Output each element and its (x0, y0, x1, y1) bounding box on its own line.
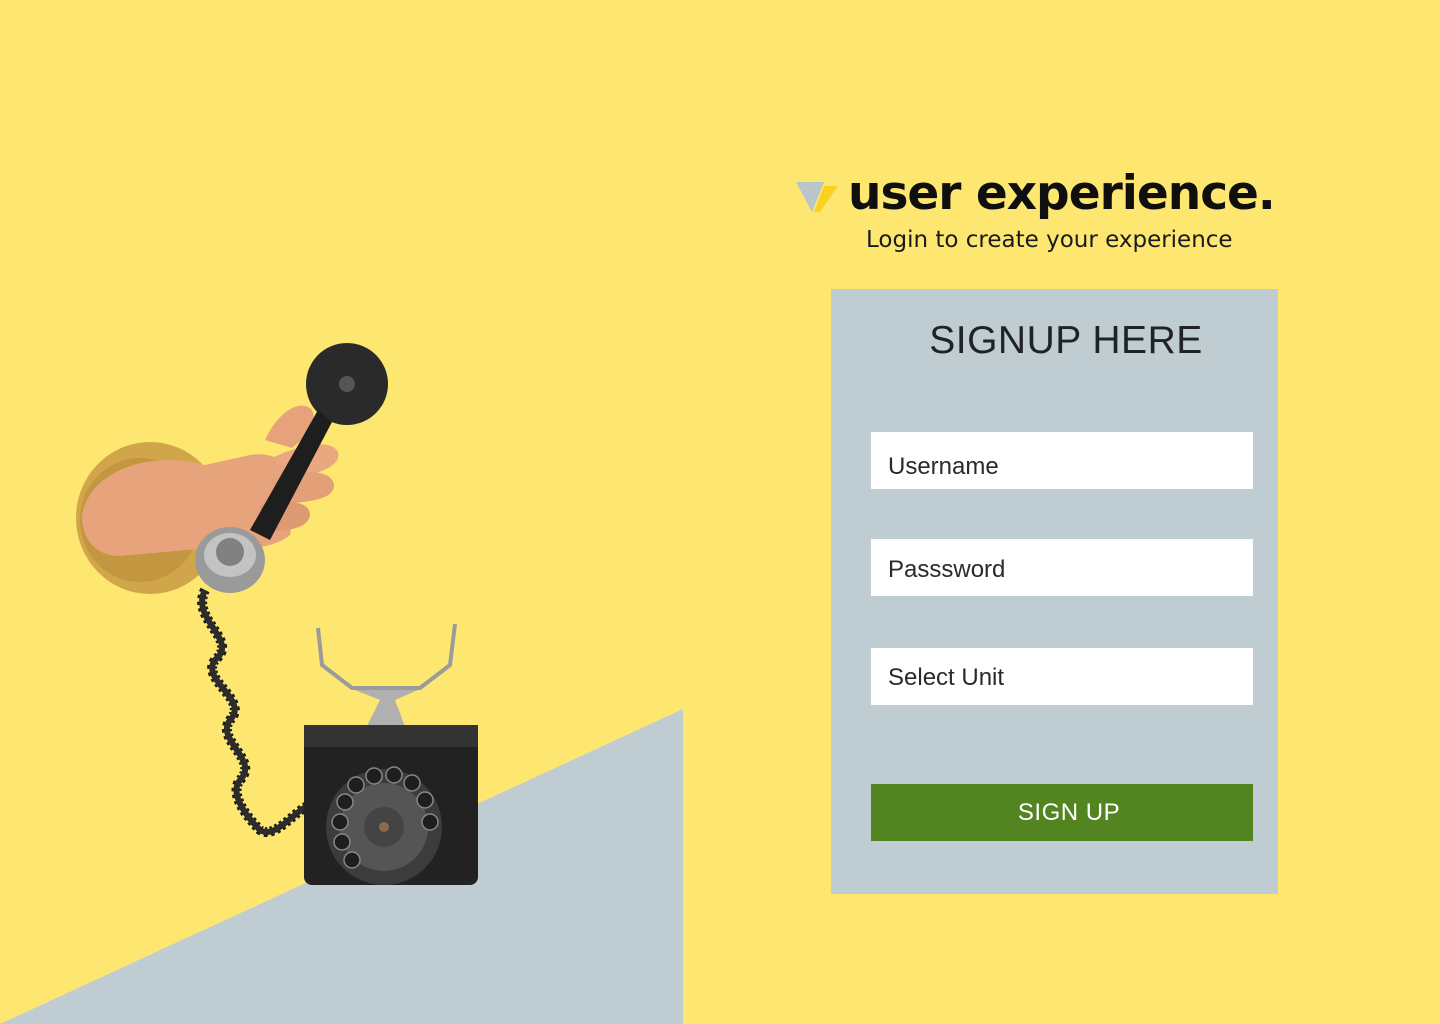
chevron-v-logo-icon (796, 182, 838, 212)
brand-subtitle: Login to create your experience (866, 227, 1233, 253)
password-input[interactable] (871, 539, 1253, 596)
signup-button[interactable]: SIGN UP (871, 784, 1253, 841)
signup-title: SIGNUP HERE (929, 319, 1203, 362)
brand-header: user experience. Login to create your ex… (794, 166, 1314, 266)
phone-cord (197, 587, 313, 837)
select-unit-field[interactable] (871, 648, 1253, 705)
signup-form: SIGNUP HERE SIGN UP (831, 289, 1278, 894)
rotary-phone-illustration (76, 343, 478, 885)
phone-cradle (316, 623, 457, 690)
username-input[interactable] (871, 432, 1253, 489)
brand-title: user experience. (848, 166, 1276, 221)
signup-page: user experience. Login to create your ex… (0, 0, 1440, 1024)
